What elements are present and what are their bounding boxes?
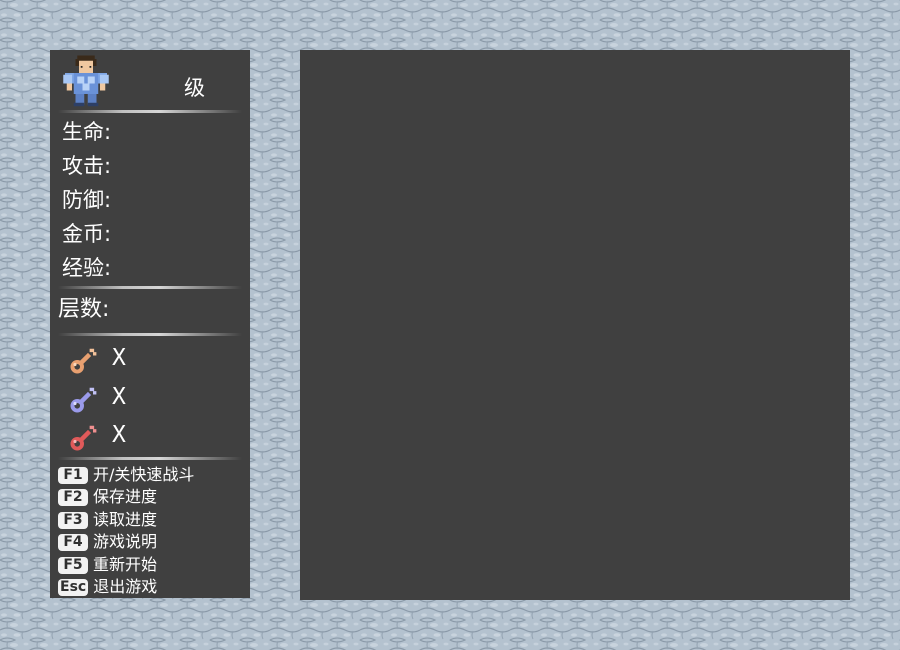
divider <box>58 286 242 289</box>
stat-attack: 攻击: <box>62 153 242 179</box>
hotkey-fast-battle[interactable]: F1 开/关快速战斗 <box>58 464 194 486</box>
f4-key-badge: F4 <box>58 533 88 551</box>
stat-colon: : <box>104 188 112 212</box>
hotkey-exit[interactable]: Esc 退出游戏 <box>58 576 157 598</box>
red-key-row: X <box>66 419 236 453</box>
stat-gold: 金币: <box>62 221 242 247</box>
stat-colon: : <box>104 222 112 246</box>
key-multiplier: X <box>112 422 126 448</box>
stat-label: 经验 <box>62 256 104 280</box>
hotkey-label: 退出游戏 <box>93 577 158 596</box>
floor-colon: : <box>102 297 110 322</box>
stat-experience: 经验: <box>62 255 242 281</box>
hotkey-help[interactable]: F4 游戏说明 <box>58 531 157 553</box>
key-multiplier: X <box>112 384 126 410</box>
hotkey-load[interactable]: F3 读取进度 <box>58 509 157 531</box>
key-multiplier: X <box>112 345 126 371</box>
hero-avatar-icon <box>63 55 109 107</box>
status-panel: 级 生命: 攻击: 防御: 金币: 经验: 层数: X X X F1 开/关快速… <box>50 50 250 598</box>
hotkey-label: 游戏说明 <box>93 532 158 551</box>
stat-defense: 防御: <box>62 187 242 213</box>
stat-colon: : <box>104 154 112 178</box>
stat-label: 生命 <box>62 120 104 144</box>
stat-colon: : <box>104 120 112 144</box>
yellow-key-icon <box>70 348 97 374</box>
stat-label: 金币 <box>62 222 104 246</box>
stat-label: 防御 <box>62 188 104 212</box>
hotkey-label: 保存进度 <box>93 487 158 506</box>
floor-label: 层数 <box>58 297 103 322</box>
hotkey-label: 读取进度 <box>93 510 158 529</box>
esc-key-badge: Esc <box>58 578 89 596</box>
game-map-area[interactable] <box>300 50 850 600</box>
divider <box>58 110 242 113</box>
hotkey-label: 开/关快速战斗 <box>93 465 195 484</box>
floor-indicator: 层数: <box>58 296 109 324</box>
hotkey-restart[interactable]: F5 重新开始 <box>58 554 157 576</box>
divider <box>58 457 242 460</box>
red-key-icon <box>70 425 97 451</box>
hotkey-save[interactable]: F2 保存进度 <box>58 486 157 508</box>
stat-hp: 生命: <box>62 119 242 145</box>
divider <box>58 333 242 336</box>
yellow-key-row: X <box>66 342 236 376</box>
hotkey-label: 重新开始 <box>93 555 158 574</box>
stat-label: 攻击 <box>62 154 104 178</box>
f5-key-badge: F5 <box>58 556 88 574</box>
blue-key-row: X <box>66 381 236 415</box>
hero-level-label: 级 <box>184 76 205 100</box>
f1-key-badge: F1 <box>58 466 88 484</box>
f3-key-badge: F3 <box>58 511 88 529</box>
stat-colon: : <box>104 256 112 280</box>
f2-key-badge: F2 <box>58 488 88 506</box>
blue-key-icon <box>70 387 97 413</box>
